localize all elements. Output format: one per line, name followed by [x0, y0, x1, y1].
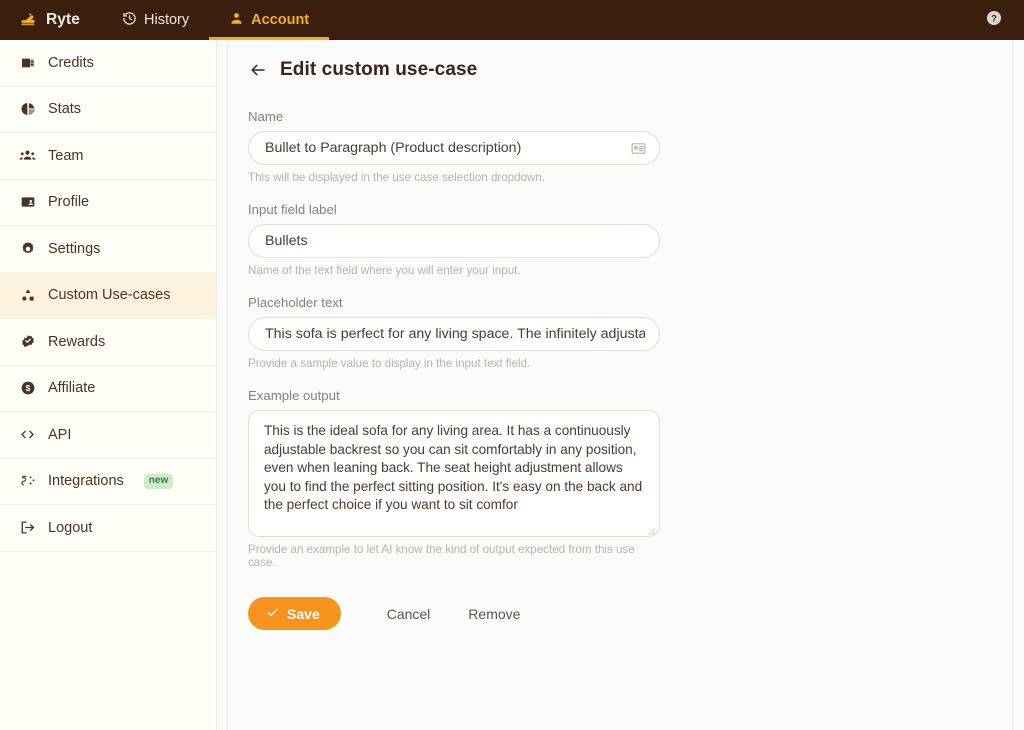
credit-card-icon [19, 54, 36, 71]
sidebar-item-stats[interactable]: Stats [0, 87, 216, 133]
name-field-hint: This will be displayed in the use case s… [248, 171, 546, 184]
sidebar-item-custom-use-cases[interactable]: Custom Use-cases [0, 272, 216, 319]
logout-arrow-icon [19, 519, 36, 536]
account-sidebar-navigation: Credits Stats Team Profile Settings Cust… [0, 40, 217, 730]
sidebar-scroll-gutter[interactable] [218, 40, 228, 730]
placeholder-text-wrapper: This sofa is perfect for any living spac… [248, 317, 660, 351]
main-right-divider [1012, 40, 1013, 730]
field-group-placeholder-text: Placeholder text This sofa is perfect fo… [248, 295, 660, 370]
gear-icon [19, 240, 36, 257]
sidebar-item-integrations[interactable]: Integrations new [0, 459, 216, 505]
plug-connect-icon [19, 473, 36, 490]
question-mark-help-icon: ? [985, 9, 1003, 32]
user-person-icon [229, 11, 244, 30]
name-input[interactable]: Bullet to Paragraph (Product description… [248, 131, 660, 165]
id-card-icon [19, 194, 36, 211]
contact-card-icon[interactable] [629, 139, 647, 157]
check-icon [266, 606, 279, 622]
input-field-label-value: Bullets [265, 233, 308, 249]
sidebar-item-settings-label: Settings [48, 240, 101, 257]
nav-tab-account-label: Account [251, 12, 310, 28]
rosette-check-icon [19, 333, 36, 350]
sidebar-item-integrations-label: Integrations [48, 473, 124, 490]
sidebar-item-rewards-label: Rewards [48, 333, 106, 350]
sidebar-item-logout[interactable]: Logout [0, 505, 216, 552]
svg-text:$: $ [25, 383, 30, 393]
sidebar-item-api-label: API [48, 426, 72, 443]
status-badge-new: new [143, 474, 174, 489]
sidebar-item-api[interactable]: API [0, 412, 216, 459]
save-button[interactable]: Save [248, 597, 341, 630]
brand-logo-home-link[interactable]: Ryte [0, 0, 102, 40]
placeholder-text-label: Placeholder text [248, 295, 343, 310]
help-button[interactable]: ? [974, 0, 1014, 40]
name-field-label: Name [248, 109, 284, 124]
pie-chart-icon [19, 101, 36, 118]
sidebar-item-affiliate-label: Affiliate [48, 380, 96, 397]
dollar-circle-icon: $ [19, 380, 36, 397]
sitemap-nodes-icon [19, 287, 36, 304]
page-header: Edit custom use-case [248, 59, 1013, 81]
people-group-icon [19, 147, 36, 164]
name-input-wrapper: Bullet to Paragraph (Product description… [248, 131, 660, 165]
placeholder-text-hint: Provide a sample value to display in the… [248, 357, 531, 370]
save-button-label: Save [287, 605, 320, 622]
sidebar-item-profile[interactable]: Profile [0, 180, 216, 226]
sidebar-item-rewards[interactable]: Rewards [0, 319, 216, 366]
nav-tab-history-label: History [144, 12, 190, 28]
input-field-label-input[interactable]: Bullets [248, 224, 660, 258]
name-input-value: Bullet to Paragraph (Product description… [265, 140, 522, 156]
form-actions: Save Cancel Remove [248, 597, 660, 630]
example-output-hint: Provide an example to let AI know the ki… [248, 543, 635, 569]
example-output-wrapper: This is the ideal sofa for any living ar… [248, 410, 660, 537]
sidebar-item-credits-label: Credits [48, 54, 94, 71]
field-group-input-field-label: Input field label Bullets Name of the te… [248, 202, 660, 277]
brand-name-label: Ryte [46, 11, 80, 28]
edit-use-case-form: Name Bullet to Paragraph (Product descri… [248, 109, 660, 630]
sidebar-item-team-label: Team [48, 147, 84, 164]
svg-text:?: ? [991, 13, 997, 23]
sidebar-item-affiliate[interactable]: $ Affiliate [0, 366, 216, 412]
placeholder-text-value: This sofa is perfect for any living spac… [265, 326, 645, 342]
sidebar-item-profile-label: Profile [48, 194, 90, 211]
sidebar-item-credits[interactable]: Credits [0, 40, 216, 87]
writing-hand-icon [18, 8, 38, 33]
code-brackets-icon [19, 426, 36, 443]
cancel-button[interactable]: Cancel [373, 606, 445, 622]
placeholder-text-input[interactable]: This sofa is perfect for any living spac… [248, 317, 660, 351]
sidebar-item-logout-label: Logout [48, 519, 93, 536]
field-group-name: Name Bullet to Paragraph (Product descri… [248, 109, 660, 184]
sidebar-item-stats-label: Stats [48, 101, 82, 118]
page-title: Edit custom use-case [280, 59, 478, 80]
main-content-area: Edit custom use-case Name Bullet to Para… [229, 40, 1013, 730]
field-group-example-output: Example output This is the ideal sofa fo… [248, 388, 660, 569]
sidebar-item-team[interactable]: Team [0, 133, 216, 180]
history-clock-icon [122, 11, 137, 30]
example-output-label: Example output [248, 388, 340, 403]
nav-tab-history[interactable]: History [102, 0, 209, 40]
remove-button[interactable]: Remove [454, 606, 534, 622]
input-field-label-hint: Name of the text field where you will en… [248, 264, 521, 277]
sidebar-item-custom-use-cases-label: Custom Use-cases [48, 287, 171, 304]
input-field-label-label: Input field label [248, 202, 337, 217]
arrow-left-icon[interactable] [248, 60, 268, 80]
top-navigation-bar: Ryte History Account ? [0, 0, 1024, 40]
example-output-textarea[interactable]: This is the ideal sofa for any living ar… [248, 410, 660, 537]
nav-tab-account[interactable]: Account [209, 0, 330, 40]
sidebar-item-settings[interactable]: Settings [0, 226, 216, 273]
input-field-label-wrapper: Bullets [248, 224, 660, 258]
